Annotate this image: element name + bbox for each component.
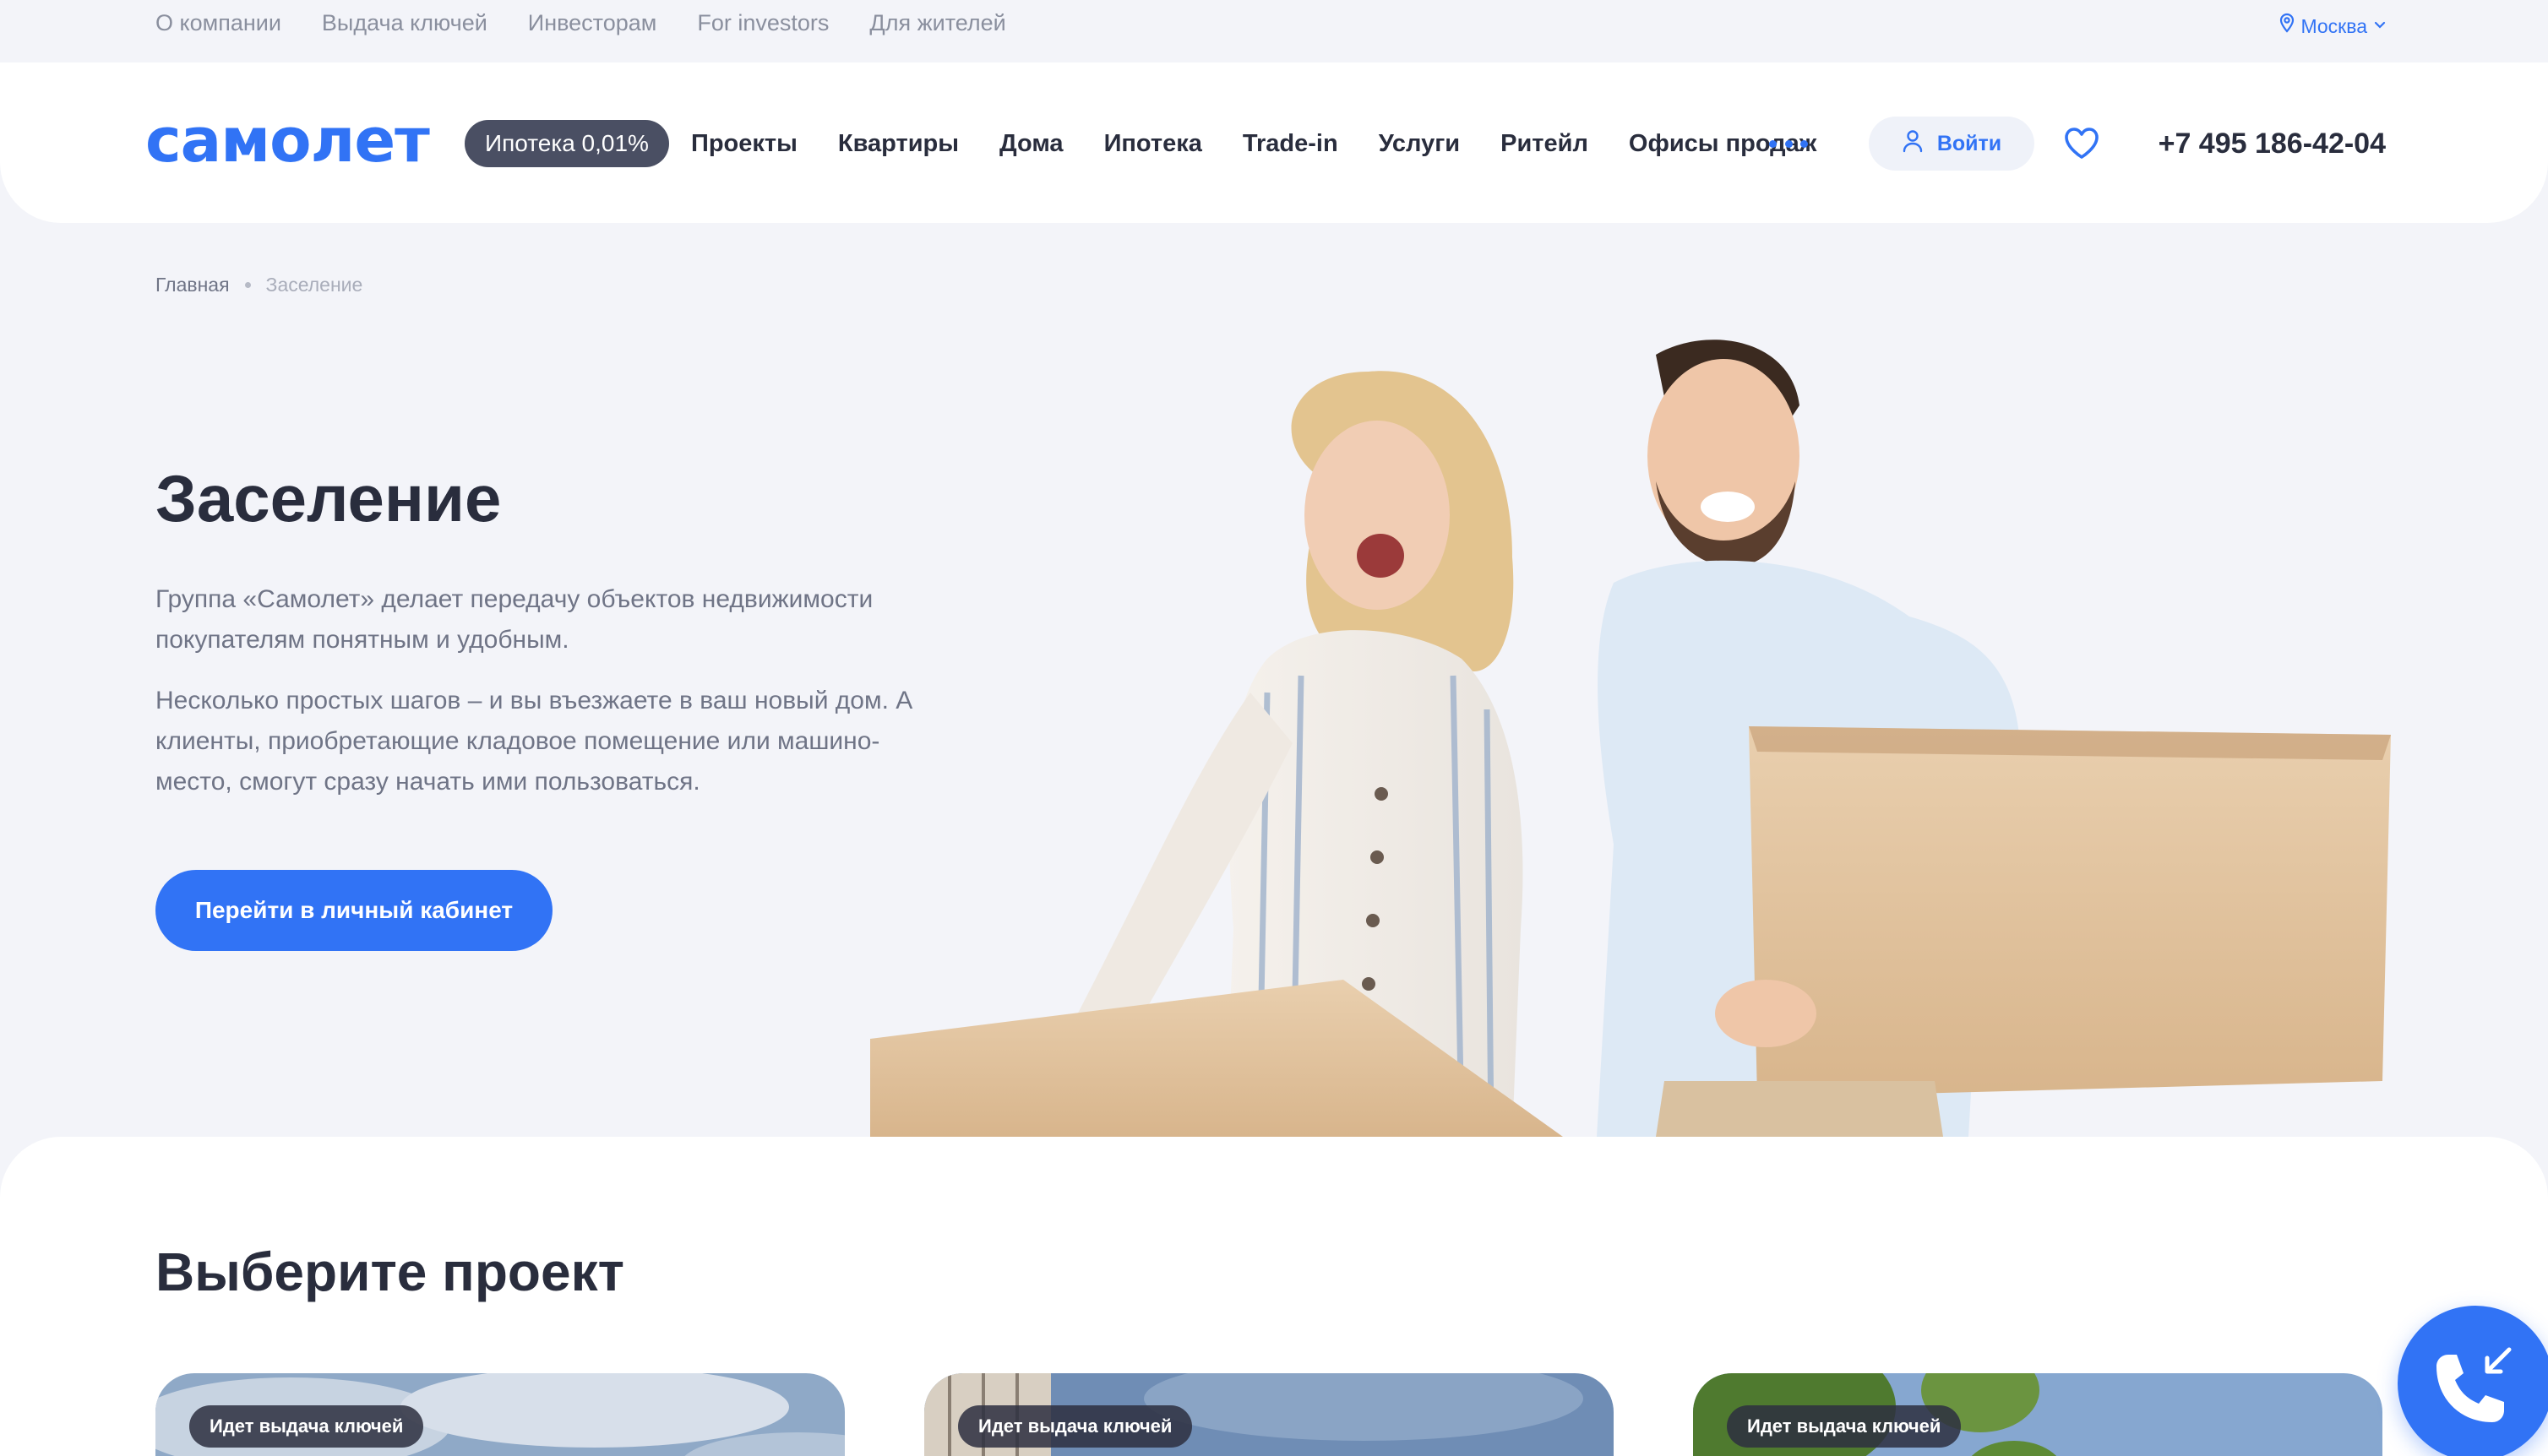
top-utility-bar: О компании Выдача ключей Инвесторам For …: [0, 0, 2548, 62]
top-link-residents[interactable]: Для жителей: [869, 8, 1005, 37]
nav-item-trade-in[interactable]: Trade-in: [1243, 120, 1338, 167]
top-link-investors-en[interactable]: For investors: [697, 8, 829, 37]
hero-paragraph-1: Группа «Самолет» делает передачу объекто…: [155, 585, 874, 654]
callback-button[interactable]: [2398, 1306, 2548, 1456]
breadcrumb-current: Заселение: [265, 274, 363, 296]
card-status-badge: Идет выдача ключей: [1727, 1405, 1962, 1448]
page-title: Заселение: [155, 461, 502, 535]
project-card[interactable]: Идет выдача ключей: [1693, 1373, 2382, 1456]
breadcrumb-separator: [244, 281, 251, 288]
city-selector[interactable]: Москва: [2278, 12, 2387, 41]
nav-item-retail[interactable]: Ритейл: [1500, 120, 1588, 167]
login-label: Войти: [1936, 131, 2002, 155]
top-link-investors-ru[interactable]: Инвесторам: [528, 8, 657, 37]
user-icon: [1902, 129, 1924, 159]
main-header: самолет Ипотека 0,01% Проекты Квартиры Д…: [0, 62, 2548, 223]
breadcrumb: Главная Заселение: [155, 272, 362, 297]
projects-title: Выберите проект: [155, 1241, 624, 1302]
top-link-about[interactable]: О компании: [155, 8, 281, 37]
mortgage-promo-pill[interactable]: Ипотека 0,01%: [465, 120, 669, 167]
personal-account-button[interactable]: Перейти в личный кабинет: [155, 870, 553, 951]
hero-paragraph-2: Несколько простых шагов – и вы въезжаете…: [155, 687, 913, 796]
nav-item-houses[interactable]: Дома: [999, 120, 1064, 167]
nav-item-projects[interactable]: Проекты: [691, 120, 798, 167]
top-link-keys[interactable]: Выдача ключей: [322, 8, 487, 37]
top-links: О компании Выдача ключей Инвесторам For …: [155, 8, 1006, 37]
logo[interactable]: самолет: [145, 106, 430, 174]
nav-item-services[interactable]: Услуги: [1379, 120, 1460, 167]
project-card[interactable]: Идет выдача ключей: [155, 1373, 845, 1456]
location-pin-icon: [2278, 12, 2295, 41]
login-button[interactable]: Войти: [1869, 117, 2034, 171]
card-status-badge: Идет выдача ключей: [189, 1405, 424, 1448]
hero-photo-couple-with-boxes: [870, 338, 2416, 1137]
main-nav: Проекты Квартиры Дома Ипотека Trade-in У…: [691, 120, 1816, 167]
phone-number[interactable]: +7 495 186-42-04: [2159, 120, 2386, 167]
chevron-down-icon: [2372, 12, 2387, 41]
phone-callback-icon: [2436, 1347, 2512, 1422]
card-status-badge: Идет выдача ключей: [958, 1405, 1193, 1448]
heart-icon[interactable]: [2061, 123, 2102, 164]
projects-section: Выберите проект Идет выдача ключей Идет …: [0, 1137, 2548, 1456]
nav-item-mortgage[interactable]: Ипотека: [1104, 120, 1202, 167]
more-dots-icon[interactable]: [1769, 133, 1808, 154]
breadcrumb-home[interactable]: Главная: [155, 272, 230, 297]
project-card[interactable]: Идет выдача ключей: [924, 1373, 1614, 1456]
city-label: Москва: [2300, 15, 2367, 37]
nav-item-apartments[interactable]: Квартиры: [838, 120, 959, 167]
